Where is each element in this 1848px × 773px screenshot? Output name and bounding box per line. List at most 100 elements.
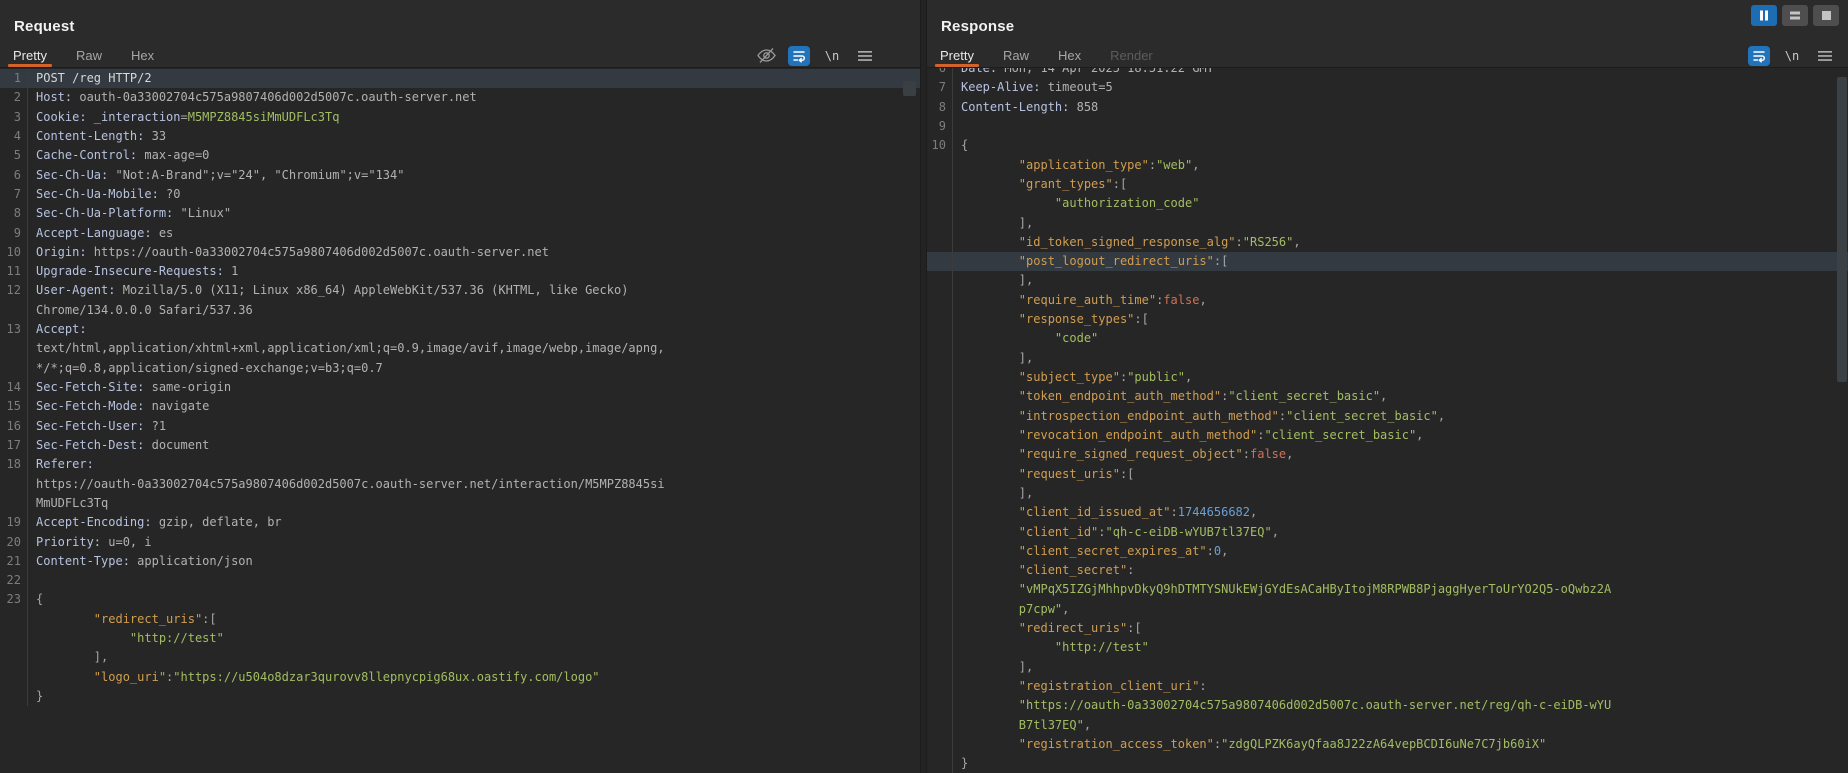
rows-layout-button[interactable]: [1782, 5, 1808, 26]
code-line[interactable]: 3Cookie: _interaction=M5MPZ8845siMmUDFLc…: [0, 108, 920, 127]
code-line[interactable]: text/html,application/xhtml+xml,applicat…: [0, 339, 920, 358]
code-line[interactable]: "application_type":"web",: [927, 156, 1848, 175]
single-view-button[interactable]: [1813, 5, 1839, 26]
code-line[interactable]: 2Host: oauth-0a33002704c575a9807406d002d…: [0, 88, 920, 107]
code-line[interactable]: "logo_uri":"https://u504o8dzar3qurovv8ll…: [0, 668, 920, 687]
code-line[interactable]: p7cpw",: [927, 600, 1848, 619]
code-line[interactable]: 5Cache-Control: max-age=0: [0, 146, 920, 165]
code-line[interactable]: "http://test": [0, 629, 920, 648]
code-line[interactable]: ],: [0, 648, 920, 667]
code-line[interactable]: */*;q=0.8,application/signed-exchange;v=…: [0, 359, 920, 378]
code-line[interactable]: "https://oauth-0a33002704c575a9807406d00…: [927, 696, 1848, 715]
code-line[interactable]: 16Sec-Fetch-User: ?1: [0, 417, 920, 436]
tab-hex[interactable]: Hex: [1058, 44, 1081, 67]
code-line[interactable]: 20Priority: u=0, i: [0, 533, 920, 552]
editor-menu-button[interactable]: [1814, 46, 1836, 66]
tab-hex[interactable]: Hex: [131, 44, 154, 67]
code-line[interactable]: "require_auth_time":false,: [927, 291, 1848, 310]
code-line[interactable]: "client_secret_expires_at":0,: [927, 542, 1848, 561]
code-line[interactable]: 17Sec-Fetch-Dest: document: [0, 436, 920, 455]
code-line[interactable]: "code": [927, 329, 1848, 348]
response-scrollbar[interactable]: [1836, 69, 1848, 773]
tab-pretty[interactable]: Pretty: [940, 44, 974, 67]
line-content: "code": [952, 329, 1848, 348]
code-line[interactable]: "revocation_endpoint_auth_method":"clien…: [927, 426, 1848, 445]
line-number: [0, 687, 27, 706]
code-line[interactable]: 15Sec-Fetch-Mode: navigate: [0, 397, 920, 416]
line-content: https://oauth-0a33002704c575a9807406d002…: [27, 475, 920, 494]
code-line[interactable]: "post_logout_redirect_uris":[: [927, 252, 1848, 271]
code-line[interactable]: 8Content-Length: 858: [927, 98, 1848, 117]
code-line[interactable]: 9: [927, 117, 1848, 136]
code-line[interactable]: 8Sec-Ch-Ua-Platform: "Linux": [0, 204, 920, 223]
code-line[interactable]: 23{: [0, 590, 920, 609]
code-line[interactable]: "registration_client_uri":: [927, 677, 1848, 696]
code-line[interactable]: "http://test": [927, 638, 1848, 657]
show-newlines-button[interactable]: \n: [821, 46, 843, 66]
code-line[interactable]: "introspection_endpoint_auth_method":"cl…: [927, 407, 1848, 426]
code-line[interactable]: ],: [927, 214, 1848, 233]
code-line[interactable]: ],: [927, 484, 1848, 503]
code-line[interactable]: 9Accept-Language: es: [0, 224, 920, 243]
line-number: [927, 175, 952, 194]
code-line[interactable]: "registration_access_token":"zdgQLPZK6ay…: [927, 735, 1848, 754]
code-line[interactable]: 6Date: Mon, 14 Apr 2025 18:51:22 GMT: [927, 68, 1848, 78]
code-line[interactable]: "subject_type":"public",: [927, 368, 1848, 387]
code-line[interactable]: 6Sec-Ch-Ua: "Not:A-Brand";v="24", "Chrom…: [0, 166, 920, 185]
code-line[interactable]: https://oauth-0a33002704c575a9807406d002…: [0, 475, 920, 494]
code-line[interactable]: ],: [927, 271, 1848, 290]
code-line[interactable]: "client_id_issued_at":1744656682,: [927, 503, 1848, 522]
square-icon: [1821, 10, 1832, 21]
code-line[interactable]: 21Content-Type: application/json: [0, 552, 920, 571]
word-wrap-button[interactable]: [788, 46, 810, 66]
code-line[interactable]: ],: [927, 349, 1848, 368]
code-line[interactable]: 19Accept-Encoding: gzip, deflate, br: [0, 513, 920, 532]
code-line[interactable]: 4Content-Length: 33: [0, 127, 920, 146]
code-line[interactable]: 13Accept:: [0, 320, 920, 339]
code-line[interactable]: 7Sec-Ch-Ua-Mobile: ?0: [0, 185, 920, 204]
code-line[interactable]: }: [927, 754, 1848, 773]
pause-button[interactable]: [1751, 5, 1777, 26]
line-content: text/html,application/xhtml+xml,applicat…: [27, 339, 920, 358]
tab-pretty[interactable]: Pretty: [13, 44, 47, 67]
code-line[interactable]: "redirect_uris":[: [0, 610, 920, 629]
code-line[interactable]: "request_uris":[: [927, 465, 1848, 484]
code-line[interactable]: Chrome/134.0.0.0 Safari/537.36: [0, 301, 920, 320]
code-line[interactable]: "client_id":"qh-c-eiDB-wYUB7tl37EQ",: [927, 523, 1848, 542]
toggle-nonprintable-button[interactable]: [755, 46, 777, 66]
code-line[interactable]: 14Sec-Fetch-Site: same-origin: [0, 378, 920, 397]
code-line[interactable]: "token_endpoint_auth_method":"client_sec…: [927, 387, 1848, 406]
editor-menu-button[interactable]: [854, 46, 876, 66]
code-line[interactable]: "response_types":[: [927, 310, 1848, 329]
code-line[interactable]: "id_token_signed_response_alg":"RS256",: [927, 233, 1848, 252]
code-line[interactable]: ],: [927, 658, 1848, 677]
line-number: 7: [0, 185, 27, 204]
code-line[interactable]: "client_secret":: [927, 561, 1848, 580]
code-line[interactable]: 10Origin: https://oauth-0a33002704c575a9…: [0, 243, 920, 262]
code-line[interactable]: "authorization_code": [927, 194, 1848, 213]
code-line[interactable]: 7Keep-Alive: timeout=5: [927, 78, 1848, 97]
code-line[interactable]: B7tl37EQ",: [927, 716, 1848, 735]
code-line[interactable]: 18Referer:: [0, 455, 920, 474]
show-newlines-button[interactable]: \n: [1781, 46, 1803, 66]
code-line[interactable]: "vMPqX5IZGjMhhpvDkyQ9hDTMTYSNUkEWjGYdEsA…: [927, 580, 1848, 599]
response-scrollbar-thumb[interactable]: [1837, 77, 1847, 382]
code-line[interactable]: "require_signed_request_object":false,: [927, 445, 1848, 464]
tab-raw[interactable]: Raw: [1003, 44, 1029, 67]
response-editor[interactable]: 6Date: Mon, 14 Apr 2025 18:51:22 GMT7Kee…: [927, 68, 1848, 773]
code-line[interactable]: 1POST /reg HTTP/2: [0, 69, 920, 88]
tab-raw[interactable]: Raw: [76, 44, 102, 67]
tab-render[interactable]: Render: [1110, 44, 1153, 67]
active-tab-underline: [935, 64, 979, 67]
code-line[interactable]: }: [0, 687, 920, 706]
code-line[interactable]: 11Upgrade-Insecure-Requests: 1: [0, 262, 920, 281]
request-editor[interactable]: 1POST /reg HTTP/22Host: oauth-0a33002704…: [0, 68, 920, 773]
code-line[interactable]: 12User-Agent: Mozilla/5.0 (X11; Linux x8…: [0, 281, 920, 300]
code-line[interactable]: "grant_types":[: [927, 175, 1848, 194]
code-line[interactable]: 22: [0, 571, 920, 590]
code-line[interactable]: 10{: [927, 136, 1848, 155]
code-line[interactable]: "redirect_uris":[: [927, 619, 1848, 638]
request-scrollbar-thumb[interactable]: [903, 81, 916, 96]
word-wrap-button[interactable]: [1748, 46, 1770, 66]
code-line[interactable]: MmUDFLc3Tq: [0, 494, 920, 513]
